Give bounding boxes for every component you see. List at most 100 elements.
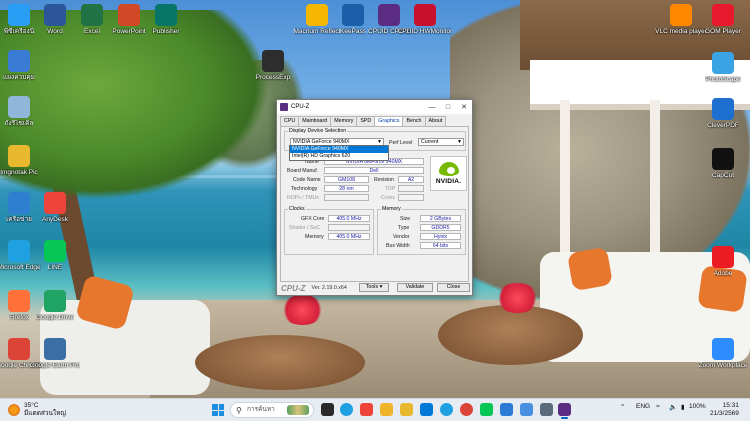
desktop-icon[interactable]: GOM Player [700, 4, 746, 35]
edge-taskbar-icon[interactable] [440, 403, 453, 416]
cores-value [398, 194, 424, 201]
language-indicator[interactable]: ENG [636, 403, 650, 410]
memory-vendor-label: Vendor [393, 234, 410, 240]
desktop-icon-label: GOM Player [705, 28, 741, 35]
desktop-icon[interactable]: Publisher [143, 4, 189, 35]
windows-logo-icon [212, 404, 218, 410]
desktop-icon-label: Zoom Workplace [698, 362, 748, 369]
desktop-icon[interactable]: CPUID HWMonitor [398, 4, 452, 35]
wifi-icon[interactable]: ≈ [656, 403, 660, 410]
desktop-icon[interactable]: LINE [32, 240, 78, 271]
tab-bench[interactable]: Bench [402, 116, 426, 126]
weather-temp: 35°C [24, 402, 39, 409]
desktop-icon-label: พีซีเครื่องนี้ [3, 28, 35, 35]
hwmonitor-icon [414, 4, 436, 26]
device-dropdown-list[interactable]: NVIDIA GeForce 940MX Intel(R) HD Graphic… [289, 145, 389, 161]
calculator-icon[interactable] [540, 403, 553, 416]
line-taskbar-icon[interactable] [480, 403, 493, 416]
publisher-icon [155, 4, 177, 26]
mail-icon[interactable] [520, 403, 533, 416]
tools-button-label: Tools [365, 284, 379, 290]
desktop-icon[interactable]: VLC media player [655, 4, 707, 35]
desktop-icon[interactable]: PhotoScape [700, 52, 746, 83]
close-icon[interactable]: ✕ [456, 100, 472, 114]
store-icon[interactable] [420, 403, 433, 416]
dropdown-option[interactable]: Intel(R) HD Graphics 620 [290, 153, 388, 160]
gom-player-icon [712, 4, 734, 26]
group-title: Clocks [288, 206, 306, 212]
desktop-icon[interactable]: CleverPDF [700, 98, 746, 129]
chrome-taskbar-icon[interactable] [460, 403, 473, 416]
nvidia-logo-text: NVIDIA. [435, 178, 462, 185]
desktop-icon[interactable]: AnyDesk [32, 192, 78, 223]
perf-level-value: Current [421, 139, 439, 145]
tray-overflow-icon[interactable]: ⌃ [620, 403, 625, 411]
zoom-icon [712, 338, 734, 360]
desktop-icon[interactable]: Google Drive [32, 290, 78, 321]
nvidia-logo: NVIDIA. [430, 156, 467, 191]
start-button[interactable] [212, 404, 224, 416]
battery-icon[interactable]: ▮ [681, 403, 685, 411]
battery-percent: 100% [689, 403, 706, 410]
desktop-icon[interactable]: ProcessExp [250, 50, 296, 81]
bus-width-label: Bus Width [386, 243, 410, 249]
tab-spd[interactable]: SPD [356, 116, 376, 126]
rops-tmus-label: ROPs / TMUs [287, 195, 319, 201]
tdp-value [398, 185, 424, 192]
maximize-icon[interactable]: □ [440, 100, 456, 114]
desktop-icon[interactable]: Adobe [700, 246, 746, 277]
code-name-label: Code Name [293, 177, 321, 183]
clocks-group: Clocks GFX Core 405.0 MHz Shader / SoC M… [284, 206, 374, 255]
close-button[interactable]: Close [437, 283, 470, 292]
adobe-icon [712, 246, 734, 268]
photos-icon[interactable] [500, 403, 513, 416]
desktop-icon[interactable]: ถังรีไซเคิล [0, 96, 42, 127]
tab-about[interactable]: About [424, 116, 447, 126]
clock-date: 21/3/2569 [710, 410, 739, 417]
desktop-icon-label: CleverPDF [707, 122, 739, 129]
desktop-icon-label: PhotoScape [705, 76, 741, 83]
tools-button[interactable]: Tools ▾ [359, 283, 389, 292]
desktop-icon-label: PowerPoint [112, 28, 146, 35]
bus-width-value: 64 bits [420, 242, 461, 249]
tab-graphics[interactable]: Graphics [374, 116, 404, 126]
taskbar: 35°C มีแดดส่วนใหญ่ ⚲ การค้นหา ⌃ ENG ≈ 🔈 … [0, 398, 750, 421]
memory-type-label: Type [398, 225, 410, 231]
desktop-icon[interactable]: CapCut [700, 148, 746, 179]
cpuz-window[interactable]: CPU-Z — □ ✕ CPU Mainboard Memory SPD Gra… [276, 99, 473, 296]
window-title: CPU-Z [291, 104, 310, 110]
clock-memory-value: 405.0 MHz [328, 233, 370, 240]
pillar [650, 100, 660, 260]
window-footer: CPU-Z Ver. 2.19.0.x64 Tools ▾ Validate C… [277, 281, 472, 295]
tab-memory[interactable]: Memory [330, 116, 358, 126]
desktop-icon[interactable]: Google Earth Pro [30, 338, 80, 369]
window-titlebar[interactable]: CPU-Z — □ ✕ [277, 100, 472, 114]
chevron-down-icon: ▼ [457, 139, 462, 145]
taskbar-clock[interactable]: 15:31 21/3/2569 [710, 402, 739, 418]
taskbar-search[interactable]: ⚲ การค้นหา [230, 402, 314, 418]
tab-mainboard[interactable]: Mainboard [298, 116, 332, 126]
perf-level-select[interactable]: Current ▼ [418, 138, 464, 146]
tab-cpu[interactable]: CPU [280, 116, 300, 126]
task-view-icon[interactable] [321, 403, 334, 416]
dropdown-option[interactable]: NVIDIA GeForce 940MX [290, 146, 388, 153]
memory-size-value: 2 GBytes [420, 215, 461, 222]
edge-taskbar-icon[interactable] [340, 403, 353, 416]
folder-taskbar-icon[interactable] [400, 403, 413, 416]
desktop-icon[interactable]: Imgnotak Pic [0, 145, 42, 176]
volume-icon[interactable]: 🔈 [669, 403, 677, 411]
desktop-icon[interactable]: แผงควบคุม [0, 50, 42, 81]
keepass-icon [342, 4, 364, 26]
minimize-icon[interactable]: — [424, 100, 440, 114]
weather-widget[interactable]: 35°C มีแดดส่วนใหญ่ [8, 402, 66, 417]
file-explorer-icon[interactable] [380, 403, 393, 416]
validate-button[interactable]: Validate [397, 283, 433, 292]
desktop-icon[interactable]: Zoom Workplace [698, 338, 748, 369]
anydesk-taskbar-icon[interactable] [360, 403, 373, 416]
cpuz-taskbar-icon[interactable] [558, 403, 571, 419]
photoscape-icon [712, 52, 734, 74]
network-icon [8, 192, 30, 214]
cpuz-app-icon [280, 103, 288, 111]
desktop-icon-label: CapCut [711, 172, 735, 179]
desktop-icon-label: Google Drive [36, 314, 74, 321]
